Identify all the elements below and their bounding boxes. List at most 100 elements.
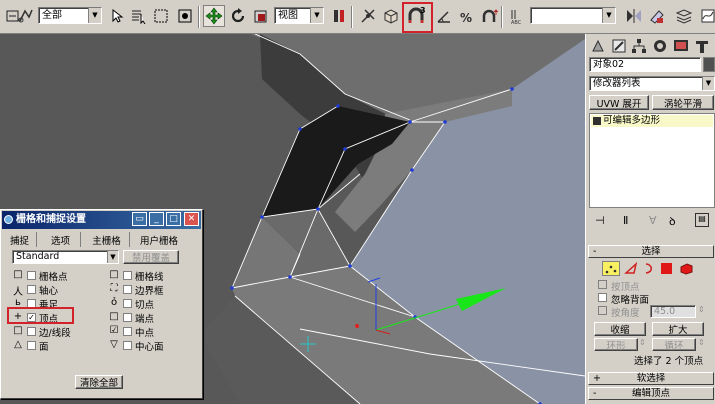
hierarchy-tab-icon[interactable] (629, 37, 648, 55)
tab-snaps[interactable]: 捕捉 (3, 232, 37, 247)
maximize-icon[interactable]: □ (166, 212, 181, 226)
reference-coord-dropdown[interactable]: 视图 ▼ (274, 7, 324, 24)
show-end-result-icon[interactable]: Ⅱ (623, 214, 628, 227)
turbosmooth-button[interactable]: 涡轮平滑 (652, 95, 714, 110)
modifier-stack: 可编辑多边形 (589, 113, 715, 208)
named-selection-icon[interactable]: ABC (507, 5, 529, 27)
shrink-button[interactable]: 收缩 (594, 322, 646, 336)
display-tab-icon[interactable] (671, 37, 690, 55)
soft-selection-rollout-header[interactable]: + 软选择 (588, 372, 714, 385)
chevron-down-icon: ▼ (107, 251, 118, 263)
ring-spinner-icon[interactable]: ⇕ (639, 338, 646, 347)
manipulate-icon[interactable] (357, 5, 379, 27)
svg-text:ABC: ABC (511, 20, 522, 25)
endpoint-checkbox[interactable] (123, 313, 132, 322)
tab-user-grids[interactable]: 用户栅格 (133, 232, 185, 247)
selection-rollout-header[interactable]: - 选择 (588, 245, 714, 258)
object-name-field[interactable]: 对象02 (589, 57, 701, 72)
curve-editor-icon[interactable] (697, 5, 715, 27)
configure-sets-icon[interactable]: ▤ (695, 213, 709, 227)
pin-stack-icon[interactable]: ⊣ (595, 214, 605, 227)
selection-set-dropdown[interactable]: 全部 ▼ (38, 7, 102, 24)
snap-preset-dropdown[interactable]: Standard ▼ (12, 250, 119, 264)
ring-button[interactable]: 环形 (594, 338, 638, 352)
object-color-swatch[interactable] (703, 57, 715, 72)
named-selection-dropdown[interactable]: ▼ (530, 7, 616, 24)
select-icon[interactable] (106, 5, 128, 27)
collapse-icon: - (593, 246, 597, 257)
tab-home-grid[interactable]: 主栅格 (84, 232, 130, 247)
chevron-down-icon: ▼ (310, 8, 323, 23)
link-icon[interactable] (15, 5, 37, 27)
vertex-mode-icon[interactable] (602, 261, 620, 276)
angle-spinner-icon[interactable]: ⇕ (698, 305, 705, 314)
bounding-box-icon: ⛶ (110, 283, 118, 294)
by-angle-checkbox[interactable] (598, 306, 607, 315)
collapse-icon: - (593, 388, 597, 399)
ignore-backfacing-label: 忽略背面 (611, 295, 650, 306)
modifier-list-dropdown[interactable]: 修改器列表 ▼ (589, 76, 715, 91)
keyboard-shortcut-icon[interactable] (380, 5, 402, 27)
rect-region-icon[interactable] (150, 5, 172, 27)
minimize-icon[interactable]: _ (149, 212, 164, 226)
midpoint-checkbox[interactable] (123, 327, 132, 336)
align-icon[interactable] (646, 5, 668, 27)
collapse-icon[interactable] (593, 117, 601, 125)
select-by-name-icon[interactable] (128, 5, 150, 27)
edge-snap-icon: □ (13, 325, 23, 336)
loop-spinner-icon[interactable]: ⇕ (698, 338, 705, 347)
create-tab-icon[interactable] (588, 37, 607, 55)
loop-button[interactable]: 循环 (652, 338, 696, 352)
by-vertex-checkbox[interactable] (598, 280, 607, 289)
border-mode-icon[interactable] (642, 262, 656, 278)
command-panel: 对象02 修改器列表 ▼ UVW 展开 涡轮平滑 可编辑多边形 ⊣ Ⅱ ∀ ꝺ … (585, 34, 715, 404)
face-label: 面 (39, 342, 49, 353)
grid-points-checkbox[interactable] (27, 271, 36, 280)
polygon-mode-icon[interactable] (661, 263, 672, 274)
angle-value-field[interactable]: 45.0 (650, 305, 696, 318)
edge-mode-icon[interactable] (624, 261, 638, 278)
rotate-icon[interactable] (227, 5, 249, 27)
disable-override-button[interactable]: 禁用覆盖 (123, 250, 179, 264)
stack-item-editable-poly[interactable]: 可编辑多边形 (591, 115, 713, 127)
element-mode-icon[interactable] (679, 262, 693, 278)
angle-snap-icon[interactable] (433, 5, 455, 27)
svg-text:%: % (460, 11, 472, 25)
face-checkbox[interactable] (27, 341, 36, 350)
mirror-icon[interactable] (623, 5, 645, 27)
center-face-checkbox[interactable] (123, 341, 132, 350)
uvw-unwrap-button[interactable]: UVW 展开 (589, 95, 649, 110)
close-icon[interactable]: ✕ (184, 212, 199, 226)
edge-segment-checkbox[interactable] (27, 327, 36, 336)
modify-tab-icon[interactable] (609, 37, 628, 55)
center-face-icon: ▽ (110, 339, 118, 350)
grow-button[interactable]: 扩大 (652, 322, 704, 336)
make-unique-icon[interactable]: ∀ (649, 214, 657, 227)
remove-modifier-icon[interactable]: ꝺ (669, 214, 676, 229)
edit-vertices-rollout-header[interactable]: - 编辑顶点 (588, 387, 714, 400)
grid-lines-checkbox[interactable] (123, 271, 132, 280)
expand-icon: + (593, 373, 601, 384)
face-snap-icon: △ (14, 339, 22, 350)
utilities-tab-icon[interactable] (692, 37, 711, 55)
move-icon[interactable] (203, 5, 225, 27)
scale-icon[interactable] (250, 5, 272, 27)
layer-icon[interactable] (673, 5, 695, 27)
center-face-label: 中心面 (135, 342, 164, 353)
ignore-backfacing-checkbox[interactable] (598, 293, 607, 302)
restore-icon[interactable]: ▭ (132, 212, 147, 226)
spinner-snap-icon[interactable] (478, 5, 500, 27)
motion-tab-icon[interactable] (650, 37, 669, 55)
window-crossing-icon[interactable] (174, 5, 196, 27)
grid-lines-icon: □ (109, 269, 119, 280)
tangent-checkbox[interactable] (123, 299, 132, 308)
percent-snap-icon[interactable]: % (456, 5, 478, 27)
pivot-checkbox[interactable] (27, 285, 36, 294)
grid-lines-label: 栅格线 (135, 272, 164, 283)
clear-all-button[interactable]: 清除全部 (75, 375, 123, 389)
grid-points-label: 栅格点 (39, 272, 68, 283)
pivot-icon[interactable] (328, 5, 350, 27)
tab-options[interactable]: 选项 (41, 232, 81, 247)
endpoint-icon: □ (109, 311, 119, 322)
bounding-box-checkbox[interactable] (123, 285, 132, 294)
